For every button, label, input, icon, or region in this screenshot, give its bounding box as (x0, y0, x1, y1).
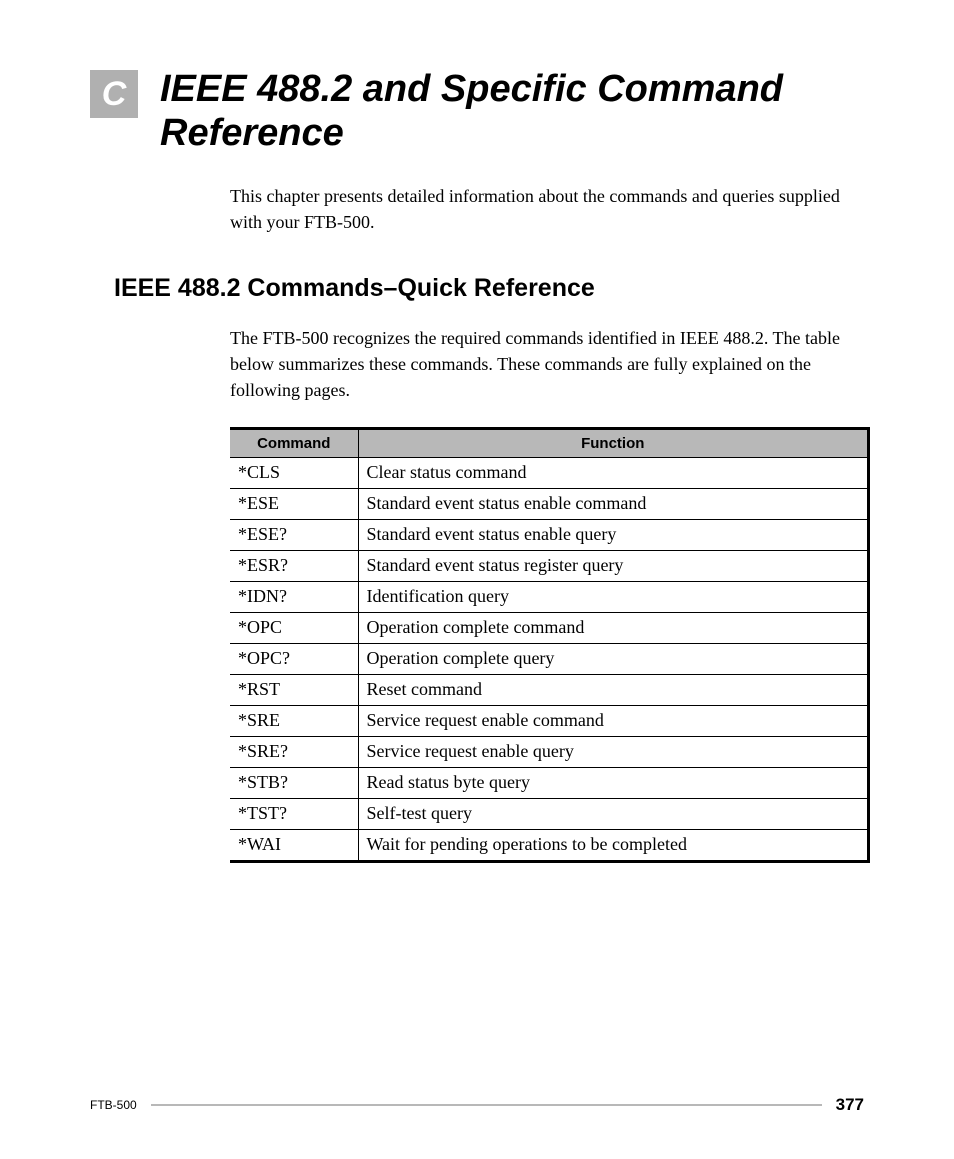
table-header-command: Command (230, 428, 358, 457)
command-table: Command Function *CLSClear status comman… (230, 427, 870, 863)
command-cell: *ESE (230, 488, 358, 519)
function-cell: Clear status command (358, 457, 869, 488)
command-cell: *SRE (230, 705, 358, 736)
function-cell: Standard event status enable command (358, 488, 869, 519)
table-row: *WAIWait for pending operations to be co… (230, 829, 869, 861)
table-row: *SREService request enable command (230, 705, 869, 736)
command-cell: *RST (230, 674, 358, 705)
command-cell: *ESR? (230, 550, 358, 581)
command-cell: *IDN? (230, 581, 358, 612)
function-cell: Read status byte query (358, 767, 869, 798)
command-cell: *ESE? (230, 519, 358, 550)
table-header-row: Command Function (230, 428, 869, 457)
table-row: *ESEStandard event status enable command (230, 488, 869, 519)
table-row: *TST?Self-test query (230, 798, 869, 829)
table-row: *OPC?Operation complete query (230, 643, 869, 674)
footer-page-number: 377 (836, 1095, 864, 1115)
section-paragraph: The FTB-500 recognizes the required comm… (230, 325, 864, 403)
footer-rule (151, 1104, 822, 1106)
function-cell: Reset command (358, 674, 869, 705)
chapter-letter-badge: C (90, 70, 138, 118)
function-cell: Service request enable command (358, 705, 869, 736)
command-cell: *TST? (230, 798, 358, 829)
command-cell: *OPC? (230, 643, 358, 674)
function-cell: Standard event status enable query (358, 519, 869, 550)
function-cell: Operation complete query (358, 643, 869, 674)
table-row: *ESR?Standard event status register quer… (230, 550, 869, 581)
table-row: *SRE?Service request enable query (230, 736, 869, 767)
function-cell: Service request enable query (358, 736, 869, 767)
command-cell: *CLS (230, 457, 358, 488)
chapter-header: C IEEE 488.2 and Specific Command Refere… (90, 68, 864, 155)
page-footer: FTB-500 377 (90, 1095, 864, 1115)
command-cell: *WAI (230, 829, 358, 861)
chapter-title: IEEE 488.2 and Specific Command Referenc… (160, 68, 864, 155)
command-cell: *STB? (230, 767, 358, 798)
table-row: *IDN?Identification query (230, 581, 869, 612)
command-cell: *OPC (230, 612, 358, 643)
section-heading: IEEE 488.2 Commands–Quick Reference (114, 274, 864, 303)
command-cell: *SRE? (230, 736, 358, 767)
function-cell: Identification query (358, 581, 869, 612)
function-cell: Operation complete command (358, 612, 869, 643)
function-cell: Self-test query (358, 798, 869, 829)
function-cell: Standard event status register query (358, 550, 869, 581)
footer-model: FTB-500 (90, 1098, 137, 1112)
function-cell: Wait for pending operations to be comple… (358, 829, 869, 861)
table-row: *OPCOperation complete command (230, 612, 869, 643)
table-row: *ESE?Standard event status enable query (230, 519, 869, 550)
table-row: *CLSClear status command (230, 457, 869, 488)
table-row: *RSTReset command (230, 674, 869, 705)
table-header-function: Function (358, 428, 869, 457)
table-row: *STB?Read status byte query (230, 767, 869, 798)
intro-paragraph: This chapter presents detailed informati… (230, 183, 864, 235)
